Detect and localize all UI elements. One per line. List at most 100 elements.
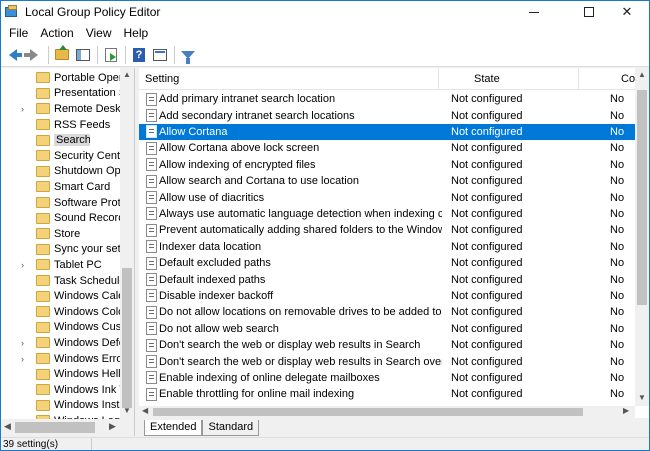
tree-item-label: Portable Opera bbox=[54, 71, 120, 84]
tree-item[interactable]: › Remote Deskto bbox=[1, 101, 121, 117]
scroll-left-icon[interactable]: ◀ bbox=[4, 421, 11, 432]
tree-item[interactable]: Windows Colo bbox=[1, 304, 121, 320]
tree-item[interactable]: Windows Cale bbox=[1, 288, 121, 304]
scroll-left-icon[interactable]: ◀ bbox=[142, 406, 148, 415]
tab-extended[interactable]: Extended bbox=[144, 420, 203, 436]
tree-pane[interactable]: Portable Opera Presentation S › Remote Desk… bbox=[1, 68, 135, 436]
tree-item[interactable]: RSS Feeds bbox=[1, 117, 121, 133]
properties-button[interactable] bbox=[151, 46, 169, 64]
table-row[interactable]: Allow Cortana Not configured No bbox=[139, 123, 635, 141]
help-icon: ? bbox=[133, 47, 145, 62]
show-hide-tree-button[interactable] bbox=[74, 46, 92, 64]
tree-item[interactable]: Software Prote bbox=[1, 195, 121, 211]
menu-help[interactable]: Help bbox=[118, 23, 155, 43]
menu-view[interactable]: View bbox=[80, 23, 118, 43]
tree-item[interactable]: Security Cente bbox=[1, 148, 121, 164]
tree-item[interactable]: › Tablet PC bbox=[1, 257, 121, 273]
close-button[interactable]: ✕ bbox=[604, 1, 649, 23]
table-row[interactable]: Do not allow locations on removable driv… bbox=[139, 304, 635, 320]
tree-item[interactable]: Sound Record bbox=[1, 210, 121, 226]
tree-item[interactable]: Shutdown Opt bbox=[1, 164, 121, 180]
table-row[interactable]: Enable indexing of online delegate mailb… bbox=[139, 370, 635, 386]
folder-icon bbox=[36, 212, 50, 224]
up-folder-icon bbox=[55, 45, 69, 60]
setting-state: Not configured bbox=[451, 273, 523, 286]
table-row[interactable]: Disable indexer backoff Not configured No bbox=[139, 288, 635, 304]
policy-setting-icon bbox=[146, 109, 157, 123]
tree-item-label: Task Schedule bbox=[54, 274, 120, 287]
tree-item[interactable]: Windows Ink V bbox=[1, 382, 121, 398]
expand-chevron-icon[interactable]: › bbox=[21, 104, 29, 114]
tree-item[interactable]: Search bbox=[1, 132, 121, 148]
table-row[interactable]: Add primary intranet search location Not … bbox=[139, 91, 635, 107]
table-row[interactable]: Allow indexing of encrypted files Not con… bbox=[139, 157, 635, 173]
setting-name: Allow use of diacritics bbox=[159, 191, 265, 204]
table-row[interactable]: Allow Cortana above lock screen Not confi… bbox=[139, 140, 635, 156]
menu-action[interactable]: Action bbox=[34, 23, 79, 43]
setting-state: Not configured bbox=[451, 289, 523, 302]
up-one-level-button[interactable] bbox=[53, 45, 71, 64]
tree-vertical-scrollbar[interactable]: ▲ ▼ bbox=[120, 68, 134, 419]
help-button[interactable]: ? bbox=[130, 46, 148, 64]
setting-name: Prevent automatically adding shared fold… bbox=[159, 224, 442, 237]
tree-item-label: Windows Ink V bbox=[54, 383, 120, 396]
tree-item[interactable]: Store bbox=[1, 226, 121, 242]
column-header-setting[interactable]: Setting bbox=[139, 68, 439, 90]
expand-chevron-icon[interactable]: › bbox=[21, 354, 29, 364]
scroll-up-icon[interactable]: ▲ bbox=[638, 70, 646, 79]
column-header-comment[interactable]: Commen bbox=[579, 68, 639, 90]
table-row[interactable]: Don't search the web or display web resu… bbox=[139, 353, 635, 369]
menu-file[interactable]: File bbox=[3, 23, 34, 43]
scroll-right-icon[interactable]: ▶ bbox=[623, 406, 629, 415]
table-row[interactable]: Don't search the web or display web resu… bbox=[139, 337, 635, 353]
list-hscroll-thumb[interactable] bbox=[153, 408, 583, 416]
export-list-button[interactable] bbox=[102, 46, 120, 64]
scroll-up-icon[interactable]: ▲ bbox=[123, 70, 131, 79]
table-row[interactable]: Allow search and Cortana to use location… bbox=[139, 173, 635, 189]
tree-item[interactable]: Windows Insta bbox=[1, 398, 121, 414]
scroll-down-icon[interactable]: ▼ bbox=[638, 393, 646, 402]
tree-item[interactable]: Smart Card bbox=[1, 179, 121, 195]
scroll-down-icon[interactable]: ▼ bbox=[123, 406, 131, 415]
list-horizontal-scrollbar[interactable]: ◀ ▶ bbox=[139, 406, 635, 418]
window-title: Local Group Policy Editor bbox=[25, 5, 161, 19]
setting-name: Allow search and Cortana to use location bbox=[159, 175, 359, 188]
table-row[interactable]: Allow use of diacritics Not configured No bbox=[139, 189, 635, 205]
tree-item[interactable]: Task Schedule bbox=[1, 273, 121, 289]
filter-button[interactable] bbox=[179, 46, 197, 64]
table-row[interactable]: Default excluded paths Not configured No bbox=[139, 255, 635, 271]
tree-item-label: Windows Cale bbox=[54, 290, 120, 303]
export-list-icon bbox=[105, 47, 117, 62]
list-scroll-thumb[interactable] bbox=[637, 90, 647, 305]
table-row[interactable]: Add secondary intranet search locations N… bbox=[139, 107, 635, 123]
table-row[interactable]: Prevent automatically adding shared fold… bbox=[139, 222, 635, 238]
table-row[interactable]: Enable throttling for online mail indexi… bbox=[139, 386, 635, 402]
list-vertical-scrollbar[interactable]: ▲ ▼ bbox=[635, 68, 649, 406]
tree-item[interactable]: Presentation S bbox=[1, 86, 121, 102]
column-header-state[interactable]: State bbox=[439, 68, 579, 90]
back-button[interactable] bbox=[4, 46, 22, 64]
table-row[interactable]: Default indexed paths Not configured No bbox=[139, 271, 635, 287]
expand-chevron-icon[interactable]: › bbox=[21, 260, 29, 270]
table-row[interactable]: Do not allow web search Not configured No bbox=[139, 321, 635, 337]
tab-standard[interactable]: Standard bbox=[202, 420, 260, 436]
table-row[interactable]: Indexer data location Not configured No bbox=[139, 239, 635, 255]
forward-button[interactable] bbox=[24, 46, 43, 64]
scroll-right-icon[interactable]: ▶ bbox=[109, 421, 116, 432]
tree-item[interactable]: › Windows Defe bbox=[1, 335, 121, 351]
tree-scroll-thumb[interactable] bbox=[122, 268, 132, 408]
expand-chevron-icon[interactable]: › bbox=[21, 338, 29, 348]
table-row[interactable]: Always use automatic language detection … bbox=[139, 206, 635, 222]
title-bar[interactable]: Local Group Policy Editor ✕ bbox=[1, 1, 649, 23]
tree-item[interactable]: Windows Cust bbox=[1, 320, 121, 336]
tree-item[interactable]: › Windows Error bbox=[1, 351, 121, 367]
tree-item[interactable]: Sync your sett bbox=[1, 242, 121, 258]
tree-horizontal-scrollbar[interactable]: ◀ ▶ bbox=[1, 419, 134, 436]
tree-item[interactable]: Portable Opera bbox=[1, 70, 121, 86]
toolbar-separator bbox=[48, 45, 49, 64]
tree-hscroll-thumb[interactable] bbox=[15, 422, 95, 433]
minimize-button[interactable] bbox=[511, 1, 557, 23]
setting-state: Not configured bbox=[451, 257, 523, 270]
folder-icon bbox=[36, 306, 50, 318]
tree-item[interactable]: Windows Hello bbox=[1, 366, 121, 382]
